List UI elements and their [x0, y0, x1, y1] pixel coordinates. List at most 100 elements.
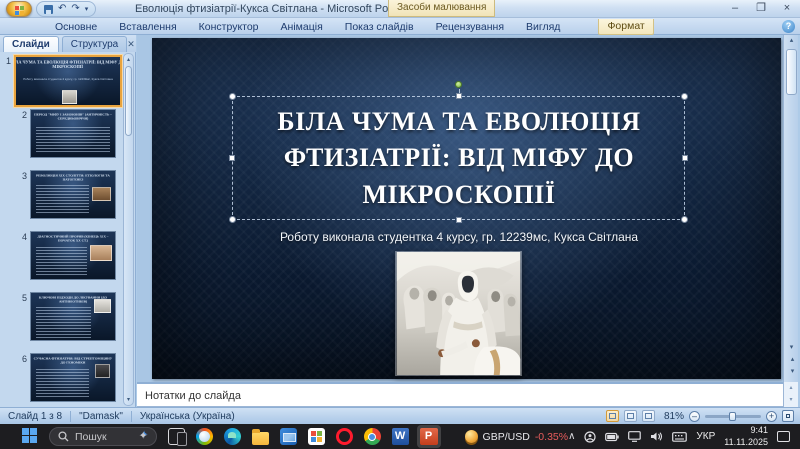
panel-close-icon[interactable]: ✕	[127, 39, 135, 52]
thumbnail-title: ДІАГНОСТИЧНИЙ ПРОРИВ (КІНЕЦЬ XIX – ПОЧАТ…	[31, 235, 115, 242]
zoom-slider-thumb[interactable]	[729, 412, 736, 421]
thumbnail-title: ПЕРІОД "МІФУ І ЗАБОБОНІВ" (АНТИЧНІСТЬ – …	[31, 113, 115, 120]
scroll-down-icon[interactable]: ▾	[124, 396, 133, 403]
chrome-browser-icon[interactable]	[364, 428, 381, 445]
slide-indicator: Слайд 1 з 8	[0, 411, 70, 422]
language-switcher[interactable]: УКР	[696, 431, 715, 442]
slide-thumbnail-5[interactable]: 5 КЛЮЧОВІ ПІДХОДИ ДО ЛІКУВАННЯ (ДО АНТИБ…	[16, 292, 116, 341]
fit-to-window-button[interactable]	[782, 410, 794, 422]
restore-button[interactable]: ❐	[754, 2, 768, 15]
search-box[interactable]: Пошук ✦	[49, 427, 157, 446]
slide-subtitle[interactable]: Роботу виконала студентка 4 курсу, гр. 1…	[212, 230, 706, 244]
next-slide-icon[interactable]: ▾	[784, 368, 799, 376]
scrollbar-thumb[interactable]	[786, 49, 797, 95]
tab-view[interactable]: Вигляд	[526, 21, 560, 33]
slide-title[interactable]: БІЛА ЧУМА ТА ЕВОЛЮЦІЯ ФТИЗІАТРІЇ: ВІД МІ…	[237, 104, 681, 213]
scroll-up-icon[interactable]: ▴	[784, 37, 799, 45]
slide-thumbnail-3[interactable]: 3 РЕВОЛЮЦІЯ XIX СТОЛІТТЯ: ЕТІОЛОГІЯ ТА П…	[16, 170, 116, 219]
edge-browser-icon[interactable]	[224, 428, 241, 445]
normal-view-button[interactable]	[606, 410, 619, 422]
zoom-percent: 81%	[664, 411, 684, 422]
resize-handle-n[interactable]	[456, 93, 462, 99]
battery-icon[interactable]	[605, 432, 619, 442]
scroll-down-icon[interactable]: ▾	[784, 394, 798, 406]
help-icon[interactable]: ?	[782, 20, 795, 33]
previous-slide-icon[interactable]: ▴	[784, 356, 799, 364]
resize-handle-s[interactable]	[456, 217, 462, 223]
thumbnail-image	[90, 245, 112, 261]
minimize-button[interactable]: –	[728, 2, 742, 15]
mail-app-icon[interactable]	[280, 428, 297, 445]
tab-home[interactable]: Основне	[55, 21, 97, 33]
copilot-icon[interactable]	[196, 428, 213, 445]
notes-pane[interactable]: Нотатки до слайда	[137, 382, 783, 407]
slide-thumbnail-1[interactable]: 1 БІЛА ЧУМА ТА ЕВОЛЮЦІЯ ФТИЗІАТРІЇ: ВІД …	[0, 55, 122, 107]
thumbnail-title: РЕВОЛЮЦІЯ XIX СТОЛІТТЯ: ЕТІОЛОГІЯ ТА ПАТ…	[31, 174, 115, 181]
resize-handle-sw[interactable]	[229, 216, 236, 223]
ribbon-tab-strip: Основне Вставлення Конструктор Анімація …	[0, 18, 800, 35]
scroll-up-icon[interactable]: ▴	[124, 56, 133, 63]
qat-customize-icon[interactable]: ▾	[85, 6, 89, 13]
resize-handle-e[interactable]	[682, 155, 688, 161]
notes-scrollbar[interactable]: ▴ ▾	[783, 382, 798, 407]
tab-animations[interactable]: Анімація	[281, 21, 323, 33]
tray-person-icon[interactable]	[584, 431, 596, 443]
slide-sorter-view-button[interactable]	[624, 410, 637, 422]
tab-outline[interactable]: Структура	[62, 36, 127, 52]
undo-icon[interactable]: ↶	[58, 4, 66, 14]
word-icon[interactable]: W	[392, 428, 409, 445]
notes-placeholder[interactable]: Нотатки до слайда	[145, 390, 241, 402]
file-explorer-icon[interactable]	[252, 432, 269, 445]
thumbnail-body-text	[36, 307, 91, 338]
tab-design[interactable]: Конструктор	[199, 21, 259, 33]
currency-widget[interactable]: GBP/USD -0.35%	[465, 430, 569, 443]
resize-handle-w[interactable]	[229, 155, 235, 161]
powerpoint-taskbar-button[interactable]: P	[417, 425, 441, 448]
scroll-down-icon[interactable]: ▾	[784, 344, 799, 352]
task-view-icon[interactable]	[168, 428, 185, 445]
slide-number: 3	[16, 170, 30, 219]
slide-scrollbar[interactable]: ▴ ▾ ▴ ▾	[783, 35, 798, 382]
touch-keyboard-icon[interactable]	[672, 432, 687, 442]
tab-insert[interactable]: Вставлення	[119, 21, 176, 33]
rotation-handle[interactable]	[455, 81, 462, 88]
thumbnail-body-text	[36, 369, 89, 398]
scroll-up-icon[interactable]: ▴	[784, 382, 798, 394]
tab-review[interactable]: Рецензування	[436, 21, 504, 33]
start-button[interactable]	[22, 428, 37, 445]
tab-slides[interactable]: Слайди	[3, 36, 59, 52]
clock[interactable]: 9:41 11.11.2025	[724, 425, 768, 448]
resize-handle-nw[interactable]	[229, 93, 236, 100]
white-robed-figures-image[interactable]	[395, 251, 522, 376]
save-icon[interactable]	[44, 5, 53, 14]
taskbar: Пошук ✦ W P GBP/USD -0.35% ∧	[0, 424, 800, 449]
panel-scrollbar[interactable]: ▴ ▾	[123, 53, 134, 406]
opera-browser-icon[interactable]	[336, 428, 353, 445]
slideshow-view-button[interactable]	[642, 410, 655, 422]
speaker-icon[interactable]	[650, 431, 663, 442]
slide-canvas[interactable]: БІЛА ЧУМА ТА ЕВОЛЮЦІЯ ФТИЗІАТРІЇ: ВІД МІ…	[152, 38, 781, 379]
tray-date: 11.11.2025	[724, 437, 768, 448]
thumbnail-body-text	[36, 185, 89, 215]
resize-handle-se[interactable]	[681, 216, 688, 223]
redo-icon[interactable]: ↷	[71, 4, 79, 14]
office-button[interactable]	[6, 1, 32, 17]
microsoft-store-icon[interactable]	[308, 428, 325, 445]
zoom-slider[interactable]	[705, 415, 761, 418]
close-button[interactable]: ×	[780, 2, 794, 15]
zoom-in-button[interactable]: +	[766, 411, 777, 422]
hidden-icons-chevron[interactable]: ∧	[568, 432, 575, 442]
resize-handle-ne[interactable]	[681, 93, 688, 100]
copilot-sparkle-icon: ✦	[139, 431, 148, 442]
slide-thumbnail-6[interactable]: 6 СУЧАСНА ФТИЗІАТРІЯ: ВІД СТРЕПТОМІЦИНУ …	[16, 353, 116, 402]
zoom-out-button[interactable]: –	[689, 411, 700, 422]
slide-thumbnail-2[interactable]: 2 ПЕРІОД "МІФУ І ЗАБОБОНІВ" (АНТИЧНІСТЬ …	[16, 109, 116, 158]
tab-format[interactable]: Формат	[598, 19, 653, 35]
language-indicator[interactable]: Українська (Україна)	[132, 411, 243, 422]
currency-change: -0.35%	[535, 431, 568, 443]
notifications-icon[interactable]	[777, 431, 790, 442]
tab-slideshow[interactable]: Показ слайдів	[345, 21, 414, 33]
slide-thumbnail-4[interactable]: 4 ДІАГНОСТИЧНИЙ ПРОРИВ (КІНЕЦЬ XIX – ПОЧ…	[16, 231, 116, 280]
scrollbar-thumb[interactable]	[125, 66, 132, 136]
network-display-icon[interactable]	[628, 431, 641, 442]
